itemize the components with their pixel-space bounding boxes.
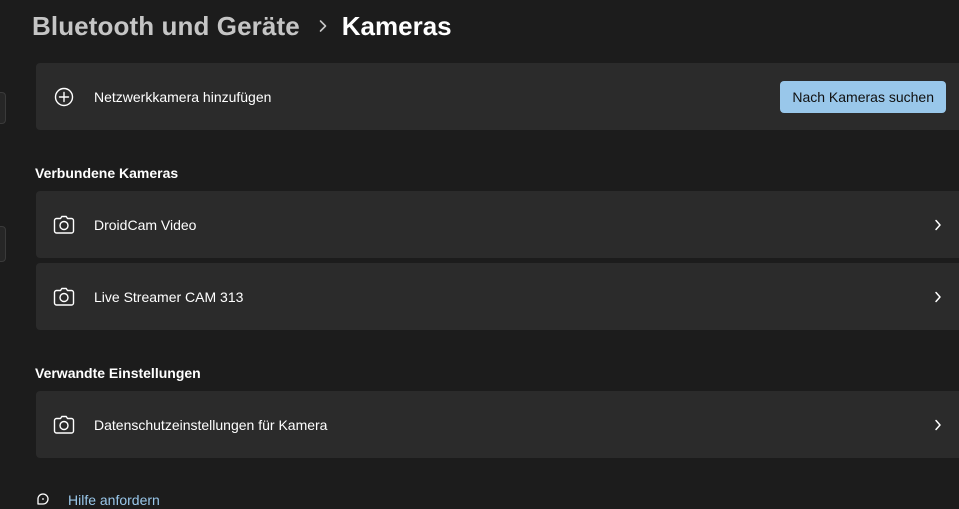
chevron-right-icon	[931, 290, 945, 304]
camera-item-live-streamer[interactable]: Live Streamer CAM 313	[36, 263, 959, 330]
connected-cameras-heading: Verbundene Kameras	[35, 165, 179, 181]
privacy-settings-label: Datenschutzeinstellungen für Kamera	[94, 416, 328, 433]
chevron-right-icon	[931, 218, 945, 232]
page-title: Kameras	[341, 10, 452, 41]
nav-pane-edge	[0, 226, 6, 262]
breadcrumb-parent-link[interactable]: Bluetooth und Geräte	[32, 11, 300, 42]
camera-icon	[53, 214, 75, 236]
camera-icon	[53, 414, 75, 436]
search-cameras-button[interactable]: Nach Kameras suchen	[780, 80, 946, 113]
breadcrumb: Bluetooth und Geräte Kameras	[32, 8, 452, 44]
get-help-label: Hilfe anfordern	[68, 492, 160, 508]
camera-item-label: DroidCam Video	[94, 216, 197, 233]
nav-pane-edge	[0, 92, 6, 124]
related-settings-heading: Verwandte Einstellungen	[35, 365, 201, 381]
camera-privacy-settings-item[interactable]: Datenschutzeinstellungen für Kamera	[36, 391, 959, 458]
add-network-camera-label: Netzwerkkamera hinzufügen	[94, 88, 272, 105]
get-help-link[interactable]: Hilfe anfordern	[34, 491, 160, 509]
camera-item-droidcam[interactable]: DroidCam Video	[36, 191, 959, 258]
add-circle-icon	[53, 86, 75, 108]
settings-page: Bluetooth und Geräte Kameras Netzwerkkam…	[0, 0, 959, 509]
help-chat-icon	[34, 491, 52, 509]
camera-icon	[53, 286, 75, 308]
add-network-camera-card: Netzwerkkamera hinzufügen Nach Kameras s…	[36, 63, 959, 130]
chevron-right-icon	[931, 418, 945, 432]
chevron-right-icon	[318, 19, 328, 33]
camera-item-label: Live Streamer CAM 313	[94, 288, 244, 305]
